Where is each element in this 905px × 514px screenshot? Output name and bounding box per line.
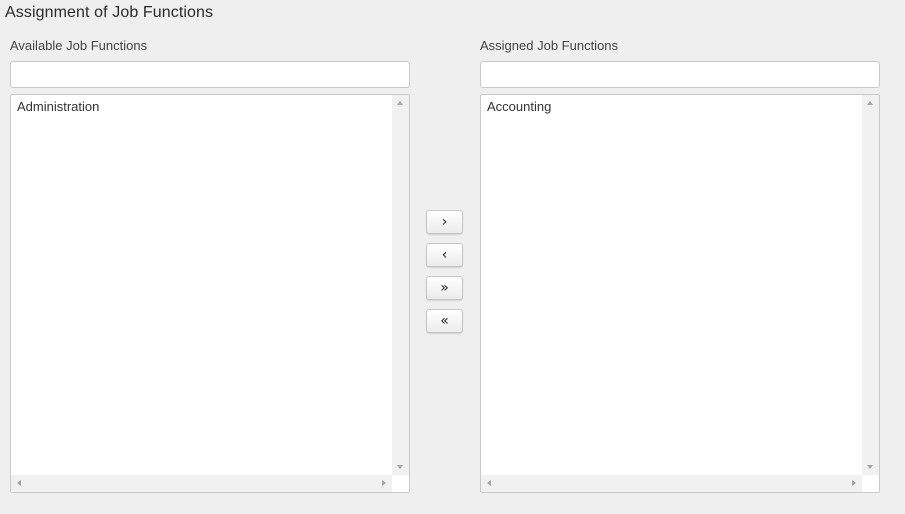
scroll-left-icon[interactable] [17, 480, 21, 486]
page-title: Assignment of Job Functions [5, 4, 214, 21]
assigned-list-content: Accounting [481, 95, 862, 475]
horizontal-scrollbar[interactable] [481, 475, 862, 492]
assigned-job-functions-list[interactable]: Accounting [480, 94, 880, 493]
list-item[interactable]: Administration [11, 95, 392, 116]
available-list-content: Administration [11, 95, 392, 475]
scroll-down-icon[interactable] [397, 465, 403, 469]
available-filter-input[interactable] [10, 61, 410, 88]
move-all-left-button[interactable]: « [426, 309, 463, 333]
scroll-corner [392, 475, 409, 492]
scroll-up-icon[interactable] [867, 101, 873, 105]
scroll-corner [862, 475, 879, 492]
available-job-functions-list[interactable]: Administration [10, 94, 410, 493]
move-all-right-button[interactable]: » [426, 276, 463, 300]
list-item[interactable]: Accounting [481, 95, 862, 116]
assigned-job-functions-label: Assigned Job Functions [480, 38, 619, 53]
available-job-functions-label: Available Job Functions [10, 38, 148, 53]
vertical-scrollbar[interactable] [862, 95, 879, 475]
scroll-right-icon[interactable] [382, 480, 386, 486]
scroll-up-icon[interactable] [397, 101, 403, 105]
scroll-down-icon[interactable] [867, 465, 873, 469]
horizontal-scrollbar[interactable] [11, 475, 392, 492]
move-left-button[interactable]: ‹ [426, 243, 463, 267]
move-right-button[interactable]: › [426, 210, 463, 234]
scroll-left-icon[interactable] [487, 480, 491, 486]
scroll-right-icon[interactable] [852, 480, 856, 486]
vertical-scrollbar[interactable] [392, 95, 409, 475]
assigned-filter-input[interactable] [480, 61, 880, 88]
